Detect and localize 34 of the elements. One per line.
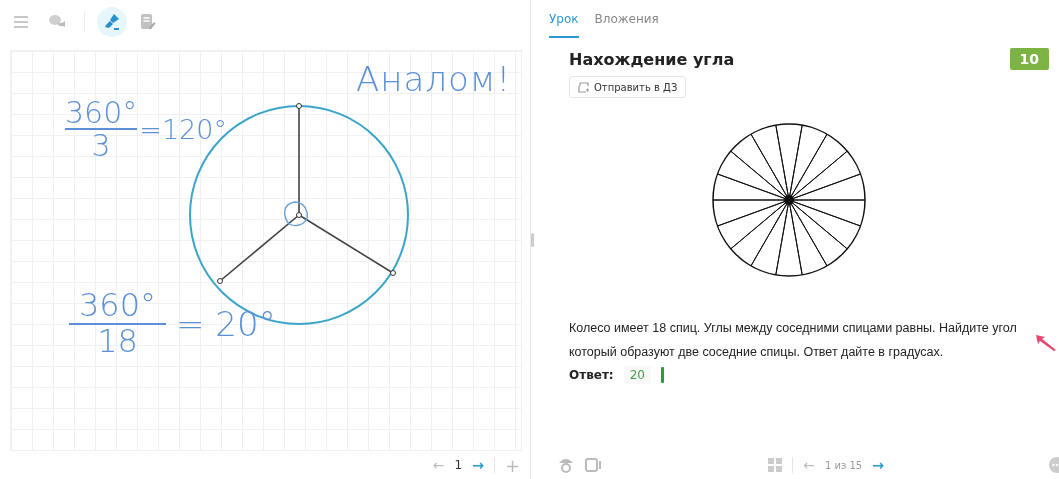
problem-text: Колесо имеет 18 спиц. Углы между соседними спицами равны. Найдите угол который образуют две соседние спицы. Ответ дайте в градусах. bbox=[569, 320, 1018, 361]
send-icon bbox=[578, 81, 590, 93]
brush-tool[interactable] bbox=[97, 6, 127, 37]
slides-icon[interactable] bbox=[585, 457, 603, 473]
brush-icon bbox=[103, 12, 121, 31]
handwritten-result: = 20° bbox=[176, 303, 276, 344]
task-counter: 1 из 15 bbox=[824, 459, 863, 471]
chat-icon bbox=[48, 13, 66, 30]
next-task-button[interactable]: → bbox=[872, 457, 884, 473]
page-number: 1 bbox=[454, 458, 463, 473]
handwritten-result: =120° bbox=[139, 113, 227, 145]
handwritten-note: Аналом! bbox=[356, 58, 512, 99]
handwritten-numerator: 360° bbox=[78, 288, 158, 323]
note-edit-icon bbox=[140, 12, 156, 31]
add-page-button[interactable]: + bbox=[504, 454, 520, 476]
handwritten-denominator: 18 bbox=[96, 324, 139, 359]
tab[interactable]: Урок bbox=[549, 12, 579, 38]
next-page-button[interactable]: → bbox=[472, 457, 484, 474]
text-cursor bbox=[660, 367, 664, 383]
resize-handle[interactable] bbox=[531, 232, 534, 247]
answer-field[interactable]: 20 bbox=[623, 366, 651, 384]
tab[interactable]: Вложения bbox=[594, 12, 659, 38]
previous-task-button[interactable]: ← bbox=[803, 457, 815, 473]
cursor-icon bbox=[1035, 334, 1057, 352]
task-title: Нахождение угла bbox=[569, 49, 735, 69]
score-badge: 10 bbox=[1009, 48, 1049, 70]
menu-icon bbox=[13, 14, 29, 29]
previous-page-button[interactable]: ← bbox=[432, 457, 445, 474]
camera-icon[interactable] bbox=[557, 457, 575, 473]
handwritten-numerator: 360° bbox=[65, 96, 138, 129]
grid-icon[interactable] bbox=[768, 458, 783, 472]
handwritten-denominator: 3 bbox=[91, 130, 111, 162]
answer-label: Ответ: bbox=[569, 368, 614, 382]
send-homework-button[interactable]: Отправить в ДЗ bbox=[569, 76, 687, 98]
